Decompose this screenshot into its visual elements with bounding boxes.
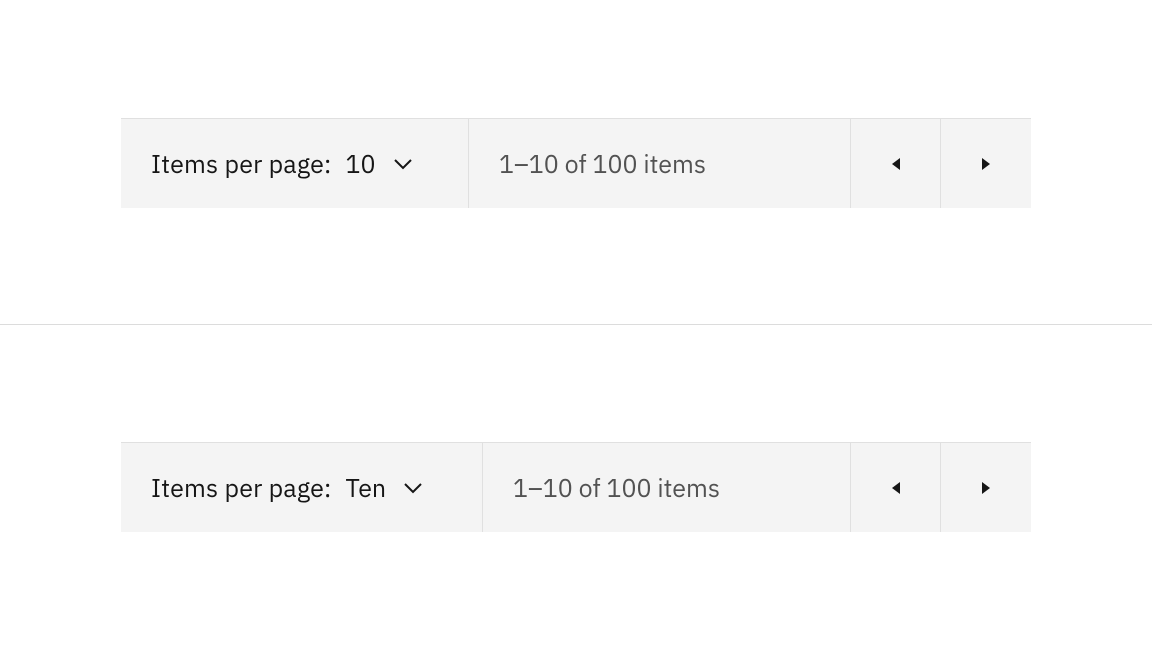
items-range-text: 1–10 of 100 items — [499, 151, 706, 176]
pagination-bar: Items per page: Ten 1–10 of 100 items — [121, 442, 1031, 532]
items-range-segment: 1–10 of 100 items — [469, 119, 851, 208]
page-size-select[interactable]: Ten — [346, 443, 449, 532]
chevron-down-icon — [404, 482, 422, 494]
section-divider — [0, 324, 1152, 325]
items-per-page-label: Items per page: — [151, 475, 332, 500]
caret-right-icon — [980, 156, 992, 172]
page-size-value: 10 — [346, 151, 376, 176]
page-size-value: Ten — [346, 475, 387, 500]
items-range-segment: 1–10 of 100 items — [483, 443, 851, 532]
next-page-button[interactable] — [941, 119, 1031, 208]
items-per-page-segment: Items per page: 10 — [121, 119, 469, 208]
items-range-text: 1–10 of 100 items — [513, 475, 720, 500]
pagination-bar: Items per page: 10 1–10 of 100 items — [121, 118, 1031, 208]
caret-left-icon — [890, 480, 902, 496]
caret-left-icon — [890, 156, 902, 172]
items-per-page-segment: Items per page: Ten — [121, 443, 483, 532]
items-per-page-label: Items per page: — [151, 151, 332, 176]
previous-page-button[interactable] — [851, 119, 941, 208]
page-size-select[interactable]: 10 — [346, 119, 438, 208]
previous-page-button[interactable] — [851, 443, 941, 532]
next-page-button[interactable] — [941, 443, 1031, 532]
caret-right-icon — [980, 480, 992, 496]
chevron-down-icon — [394, 158, 412, 170]
